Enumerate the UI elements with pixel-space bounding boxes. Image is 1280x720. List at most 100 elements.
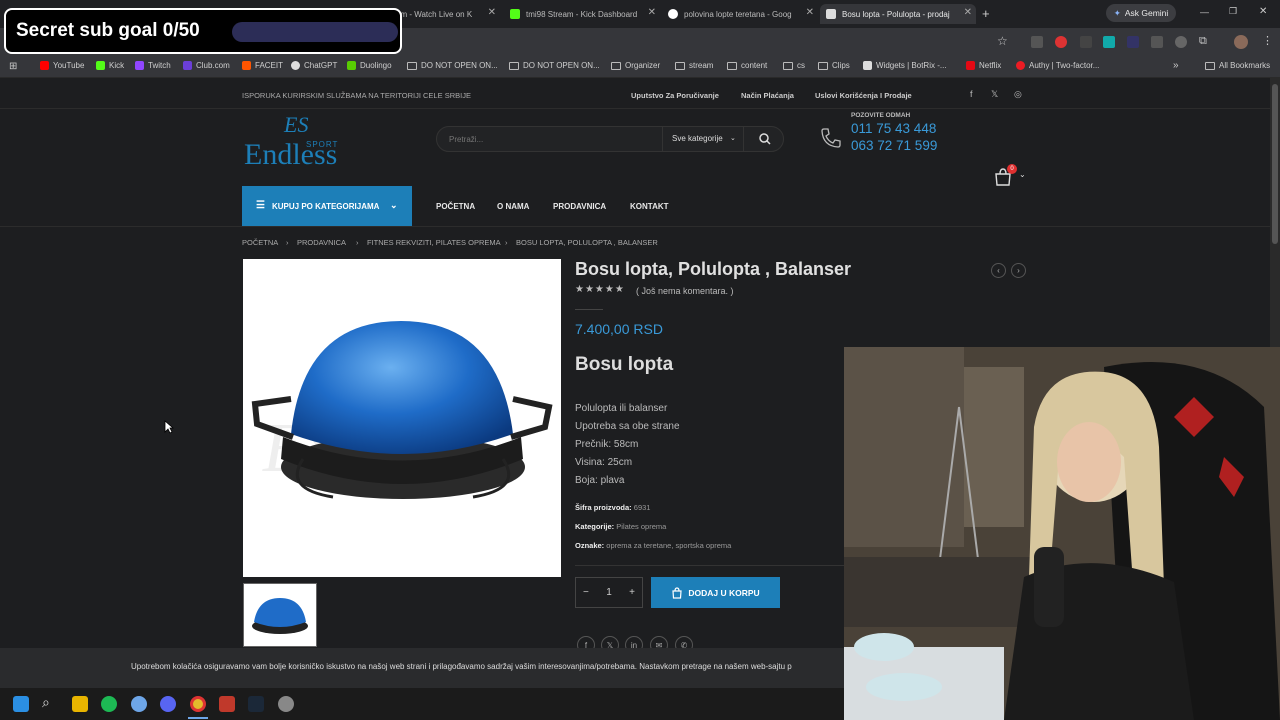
app-icon[interactable] [131,696,147,712]
tab-title: Bosu lopta - Polulopta - prodaj [842,9,950,19]
minimize-icon[interactable]: — [1200,7,1209,17]
nav-divider [0,226,1270,227]
next-product-button[interactable]: › [1011,263,1026,278]
restore-icon[interactable]: ❐ [1229,6,1237,17]
active-app-indicator [188,717,208,719]
extension-icon[interactable] [1080,36,1092,48]
bookmark-club[interactable]: Club.com [183,61,230,70]
divider [575,309,603,310]
bookmark-youtube[interactable]: YouTube [40,61,84,70]
category-label: Kategorije: [575,522,615,531]
search-input[interactable] [449,131,649,147]
extensions-puzzle-icon[interactable]: ⧉ [1199,35,1207,48]
extension-icon[interactable] [1103,36,1115,48]
bookmark-duolingo[interactable]: Duolingo [347,61,392,70]
bookmark-chatgpt[interactable]: ChatGPT [291,61,337,70]
close-icon[interactable]: ✕ [806,7,814,18]
tags-links[interactable]: oprema za teretane, sportska oprema [606,541,731,550]
prev-product-button[interactable]: ‹ [991,263,1006,278]
link-terms[interactable]: Uslovi Korišćenja I Prodaje [815,91,912,100]
phone-number-1[interactable]: 011 75 43 448 [851,121,936,136]
nav-about[interactable]: O NAMA [497,202,529,211]
logo-monogram: ES [284,112,309,137]
new-tab-button[interactable]: + [982,6,990,21]
ask-gemini-button[interactable]: ✦ Ask Gemini [1106,4,1176,22]
reviews-link[interactable]: ( Još nema komentara. ) [636,286,734,296]
category-select[interactable]: Sve kategorije [672,134,723,143]
more-bookmarks-button[interactable]: » [1173,60,1179,71]
bookmark-netflix[interactable]: Netflix [966,61,1001,70]
close-icon[interactable]: ✕ [488,7,496,18]
bookmark-authy[interactable]: Authy | Two-factor... [1016,61,1099,70]
bookmark-botrix[interactable]: Widgets | BotRix -... [863,61,947,70]
spotify-icon[interactable] [101,696,117,712]
breadcrumb-home[interactable]: POČETNA [242,238,278,247]
increase-quantity-button[interactable]: + [629,587,635,598]
webcam-feed [844,347,1280,720]
decrease-quantity-button[interactable]: − [583,587,589,598]
breadcrumb-shop[interactable]: PRODAVNICA [297,238,346,247]
bookmark-folder[interactable]: DO NOT OPEN ON... [407,61,498,70]
product-thumbnail[interactable] [243,583,317,647]
phone-number-2[interactable]: 063 72 71 599 [851,138,937,153]
nav-home[interactable]: POČETNA [436,202,475,211]
category-link[interactable]: Pilates oprema [616,522,666,531]
bookmark-folder[interactable]: Clips [818,61,850,70]
breadcrumb-separator-icon: › [356,238,359,247]
rating-stars: ★★★★★ [575,284,625,295]
link-ordering-guide[interactable]: Uputstvo Za Poručivanje [631,91,719,100]
bookmark-folder[interactable]: content [727,61,767,70]
windows-taskbar: ⌕ [0,688,844,720]
breadcrumb-category[interactable]: FITNES REKVIZITI, PILATES OPREMA [367,238,501,247]
site-logo[interactable]: ES Endless SPORT [244,112,358,174]
instagram-icon[interactable]: ◎ [1014,89,1022,100]
brave-icon[interactable] [219,696,235,712]
cart-button[interactable]: 0 ⌄ [993,164,1031,188]
shop-by-category-button[interactable]: ☰ KUPUJ PO KATEGORIJAMA ⌄ [242,186,412,226]
windows-start-icon[interactable] [13,696,29,712]
x-twitter-icon[interactable]: 𝕏 [991,89,998,100]
file-explorer-icon[interactable] [72,696,88,712]
apps-grid-icon[interactable]: ⊞ [9,61,17,72]
menu-kebab-icon[interactable]: ⋮ [1262,34,1273,47]
close-icon[interactable]: ✕ [964,7,972,18]
discord-icon[interactable] [160,696,176,712]
close-icon[interactable]: ✕ [648,7,656,18]
header-divider [0,108,1270,109]
bookmark-faceit[interactable]: FACEIT [242,61,283,70]
all-bookmarks-button[interactable]: All Bookmarks [1205,61,1270,70]
extension-icon[interactable] [1151,36,1163,48]
app-icon[interactable] [278,696,294,712]
bookmark-folder[interactable]: stream [675,61,713,70]
bookmark-star-icon[interactable]: ☆ [997,34,1008,48]
nav-shop[interactable]: PRODAVNICA [553,202,606,211]
bookmark-kick[interactable]: Kick [96,61,124,70]
nav-contact[interactable]: KONTAKT [630,202,669,211]
bookmark-folder[interactable]: Organizer [611,61,660,70]
search-icon[interactable]: ⌕ [42,694,50,711]
extension-icon[interactable] [1031,36,1043,48]
search-icon[interactable] [759,133,771,145]
ask-gemini-label: Ask Gemini [1124,8,1169,18]
extension-icon[interactable] [1175,36,1187,48]
description-line: Upotreba sa obe strane [575,421,680,432]
tab-kick-live[interactable]: am - Watch Live on K ✕ [396,4,500,24]
bookmark-folder[interactable]: cs [783,61,805,70]
extension-icon[interactable] [1055,36,1067,48]
description-line: Boja: plava [575,475,625,486]
facebook-icon[interactable]: f [970,89,973,99]
tab-google-search[interactable]: polovina lopte teretana - Goog ✕ [662,4,818,24]
product-image[interactable]: ES [243,259,561,577]
bookmark-twitch[interactable]: Twitch [135,61,171,70]
chrome-icon[interactable] [190,696,206,712]
window-close-icon[interactable]: ✕ [1259,6,1267,17]
bookmark-folder[interactable]: DO NOT OPEN ON... [509,61,600,70]
quantity-value[interactable]: 1 [606,587,612,598]
tab-bosu-lopta[interactable]: Bosu lopta - Polulopta - prodaj ✕ [820,4,976,24]
tab-kick-dashboard[interactable]: tmi98 Stream - Kick Dashboard ✕ [504,4,660,24]
extension-icon[interactable] [1127,36,1139,48]
profile-avatar[interactable] [1234,35,1248,49]
add-to-cart-button[interactable]: DODAJ U KORPU [651,577,780,608]
steam-icon[interactable] [248,696,264,712]
link-payment-method[interactable]: Način Plaćanja [741,91,794,100]
